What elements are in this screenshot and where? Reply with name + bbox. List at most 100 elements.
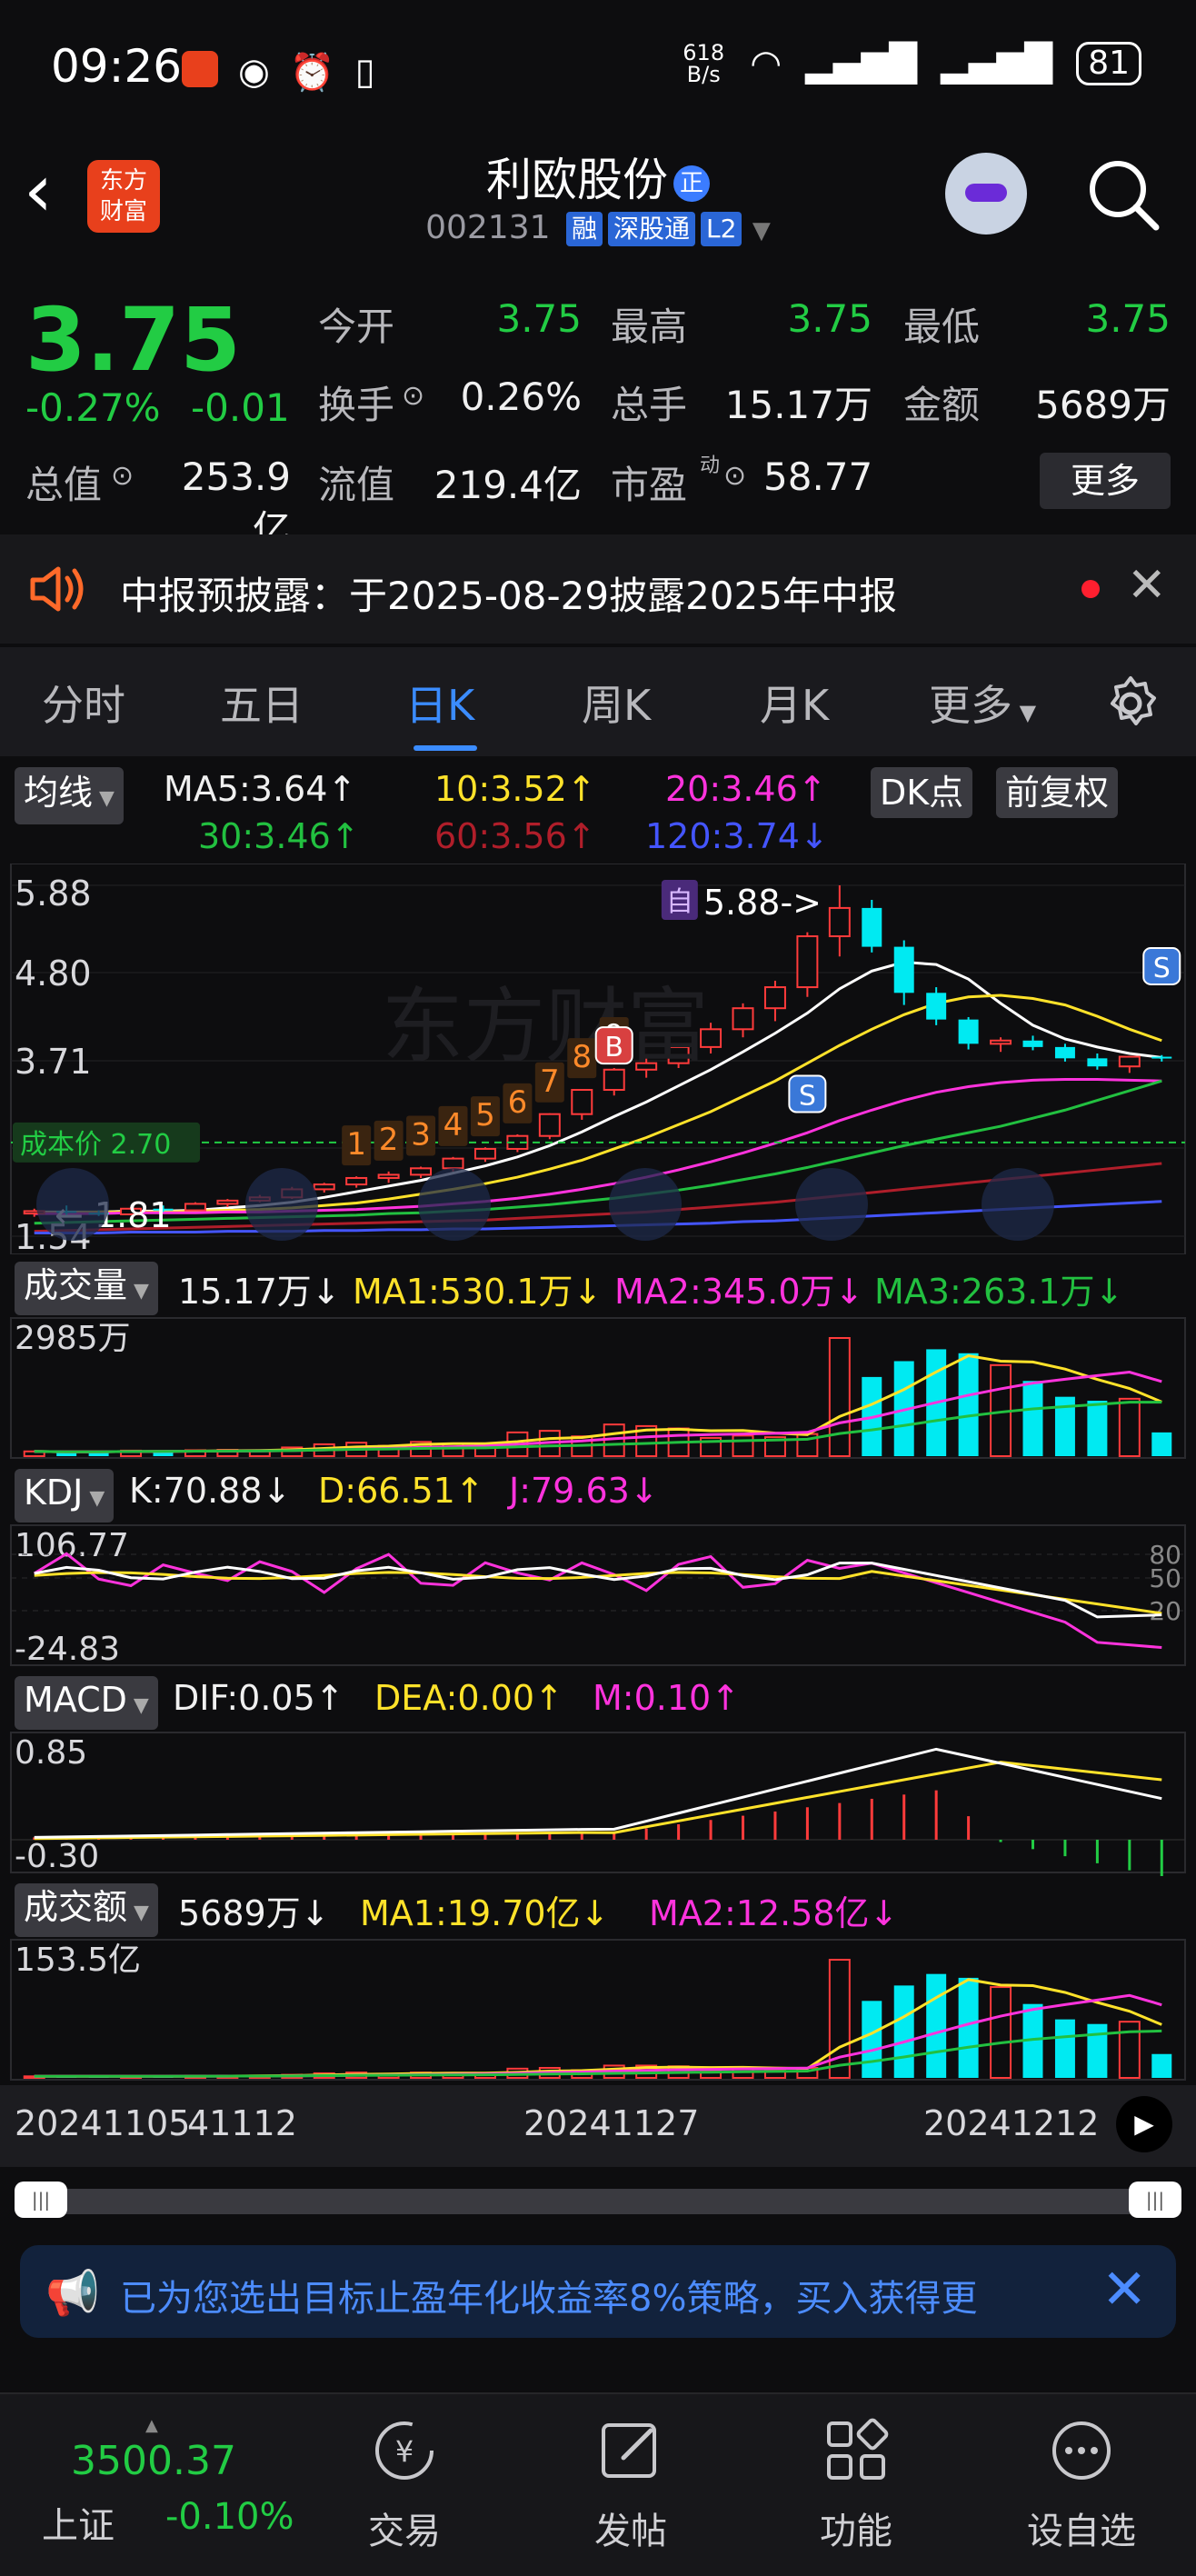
candle-body: [345, 1176, 368, 1186]
speaker-icon: [30, 566, 84, 612]
candle-body: [763, 986, 786, 1010]
promo-banner[interactable]: 📢 已为您选出目标止盈年化收益率8%策略，买入获得更 ✕: [20, 2245, 1176, 2338]
promo-text: 已为您选出目标止盈年化收益率8%策略，买入获得更: [120, 2278, 978, 2320]
dropdown-caret-icon: ▼: [752, 217, 771, 245]
close-icon[interactable]: ✕: [1101, 2258, 1147, 2321]
candlestick-chart[interactable]: 5.884.803.712.631.54 东方财富成本价 2.701234567…: [0, 864, 1196, 1254]
scroll-handle-right[interactable]: |||: [1129, 2182, 1181, 2218]
field-value-volume: 15.17万: [724, 383, 872, 427]
close-icon[interactable]: ✕: [1127, 558, 1167, 613]
volume-bar: [862, 2001, 882, 2078]
caret-down-icon: ▼: [127, 1902, 149, 1924]
active-tab-indicator: [414, 745, 477, 751]
range-scrollbar[interactable]: ||| |||: [0, 2174, 1196, 2229]
tab-monthly-k[interactable]: 月K: [760, 673, 829, 733]
volume-selector[interactable]: 成交量 ▼: [15, 1262, 158, 1315]
panel-frame: [10, 1732, 1186, 1873]
nav-functions[interactable]: 功能: [765, 2412, 947, 2558]
scroll-handle-left[interactable]: |||: [15, 2182, 67, 2218]
volume-chart[interactable]: 2985万: [0, 1316, 1196, 1462]
play-forward-icon[interactable]: ▶: [1116, 2096, 1172, 2152]
notice-bar[interactable]: 中报预披露：于2025-08-29披露2025年中报 ✕: [0, 534, 1196, 644]
tab-weekly-k[interactable]: 周K: [582, 673, 651, 733]
candle-body: [893, 946, 914, 993]
panel-bottom-label: -0.30: [15, 1838, 99, 1875]
volume-bar: [1151, 2053, 1172, 2078]
candle-body: [538, 1113, 561, 1137]
kdj-chart[interactable]: 106.77-24.83805020: [0, 1523, 1196, 1669]
info-icon[interactable]: ⊙: [723, 460, 746, 492]
ma-line: [34, 1978, 1162, 2078]
panel-frame: [10, 1524, 1186, 1666]
candle-body: [442, 1157, 464, 1170]
kdj-d: D:66.51↑: [318, 1471, 484, 1511]
dk-point-button[interactable]: DK点: [871, 767, 973, 818]
amount-ma2: MA2:12.58亿↓: [649, 1893, 899, 1933]
candle-body: [828, 906, 851, 938]
ai-robot-avatar[interactable]: [945, 153, 1027, 235]
macd-selector[interactable]: MACD ▼: [15, 1676, 158, 1730]
ma120-value: 120:3.74↓: [645, 816, 829, 856]
notice-text: 中报预披露：于2025-08-29披露2025年中报: [120, 574, 897, 618]
tag-connect: 深股通: [608, 212, 696, 246]
index-name: 上证: [42, 2505, 115, 2547]
volume-bar: [1022, 1381, 1043, 1456]
candle-body: [184, 1203, 206, 1212]
adjust-mode-button[interactable]: 前复权: [996, 767, 1119, 818]
field-value-high: 3.75: [787, 296, 872, 341]
nav-add-watchlist-label: 设自选: [1027, 2511, 1136, 2552]
volume-bar: [1151, 1432, 1172, 1456]
volume-bar: [1087, 2023, 1108, 2078]
caret-down-icon: ▼: [83, 1487, 105, 1510]
field-value-amount: 5689万: [1035, 383, 1171, 427]
amount-selector[interactable]: 成交额 ▼: [15, 1883, 158, 1937]
index-ticker[interactable]: ▲ 3500.37 上证 -0.10%: [18, 2412, 294, 2558]
nine-count-label: 2: [379, 1122, 399, 1158]
y-axis-label: 3.71: [15, 1042, 92, 1082]
info-icon[interactable]: ⊙: [402, 380, 424, 412]
ma20-value: 20:3.46↑: [665, 769, 827, 809]
volume-bar: [958, 1353, 979, 1456]
kdj-selector-label: KDJ: [24, 1473, 84, 1513]
ma30-value: 30:3.46↑: [198, 816, 360, 856]
tab-more[interactable]: 更多 ▼: [929, 673, 1036, 733]
volume-selector-label: 成交量: [24, 1265, 128, 1305]
nav-functions-label: 功能: [820, 2511, 892, 2552]
info-icon[interactable]: ⊙: [111, 460, 134, 492]
amount-value: 5689万↓: [178, 1893, 330, 1933]
macd-dea: DEA:0.00↑: [374, 1678, 563, 1718]
candle-body: [926, 993, 947, 1020]
volume-ma2: MA2:345.0万↓: [614, 1272, 864, 1312]
amount-chart[interactable]: 153.5亿: [0, 1938, 1196, 2083]
more-button[interactable]: 更多: [1040, 453, 1171, 509]
gear-icon[interactable]: [1101, 674, 1160, 733]
nav-trade[interactable]: ¥ 交易: [314, 2412, 495, 2558]
amount-selector-label: 成交额: [24, 1887, 128, 1927]
nine-count-label: 4: [444, 1107, 463, 1143]
search-icon[interactable]: [1081, 153, 1163, 235]
nav-post[interactable]: 发帖: [540, 2412, 722, 2558]
candle-body: [732, 1007, 754, 1031]
ma-selector[interactable]: 均线 ▼: [15, 767, 124, 824]
panel-top-label: 153.5亿: [15, 1942, 141, 1979]
volume-bar: [958, 1977, 979, 2078]
candle-body: [1151, 1056, 1172, 1059]
tab-five-day[interactable]: 五日: [220, 673, 304, 733]
nav-add-watchlist[interactable]: 设自选: [991, 2412, 1172, 2558]
bottom-nav: ▲ 3500.37 上证 -0.10% ¥ 交易 发帖 功能 设自选: [0, 2392, 1196, 2576]
last-price: 3.75: [25, 289, 241, 391]
volume-ma1: MA1:530.1万↓: [353, 1272, 603, 1312]
date-label-4: 20241212: [923, 2103, 1100, 2143]
volume-bar: [828, 1337, 851, 1457]
kdj-selector[interactable]: KDJ ▼: [15, 1469, 115, 1523]
buy-tag: B: [604, 1032, 623, 1063]
volume-bar: [926, 1973, 947, 2078]
tab-daily-k[interactable]: 日K: [405, 673, 474, 733]
tab-intraday[interactable]: 分时: [42, 673, 125, 733]
macd-chart[interactable]: 0.85 -0.30: [0, 1731, 1196, 1876]
field-value-pe: 58.77: [763, 454, 873, 499]
kdj-j: J:79.63↓: [509, 1471, 659, 1511]
edit-icon: [602, 2423, 656, 2478]
field-label-open: 今开: [318, 305, 395, 349]
candle-body: [377, 1173, 400, 1179]
